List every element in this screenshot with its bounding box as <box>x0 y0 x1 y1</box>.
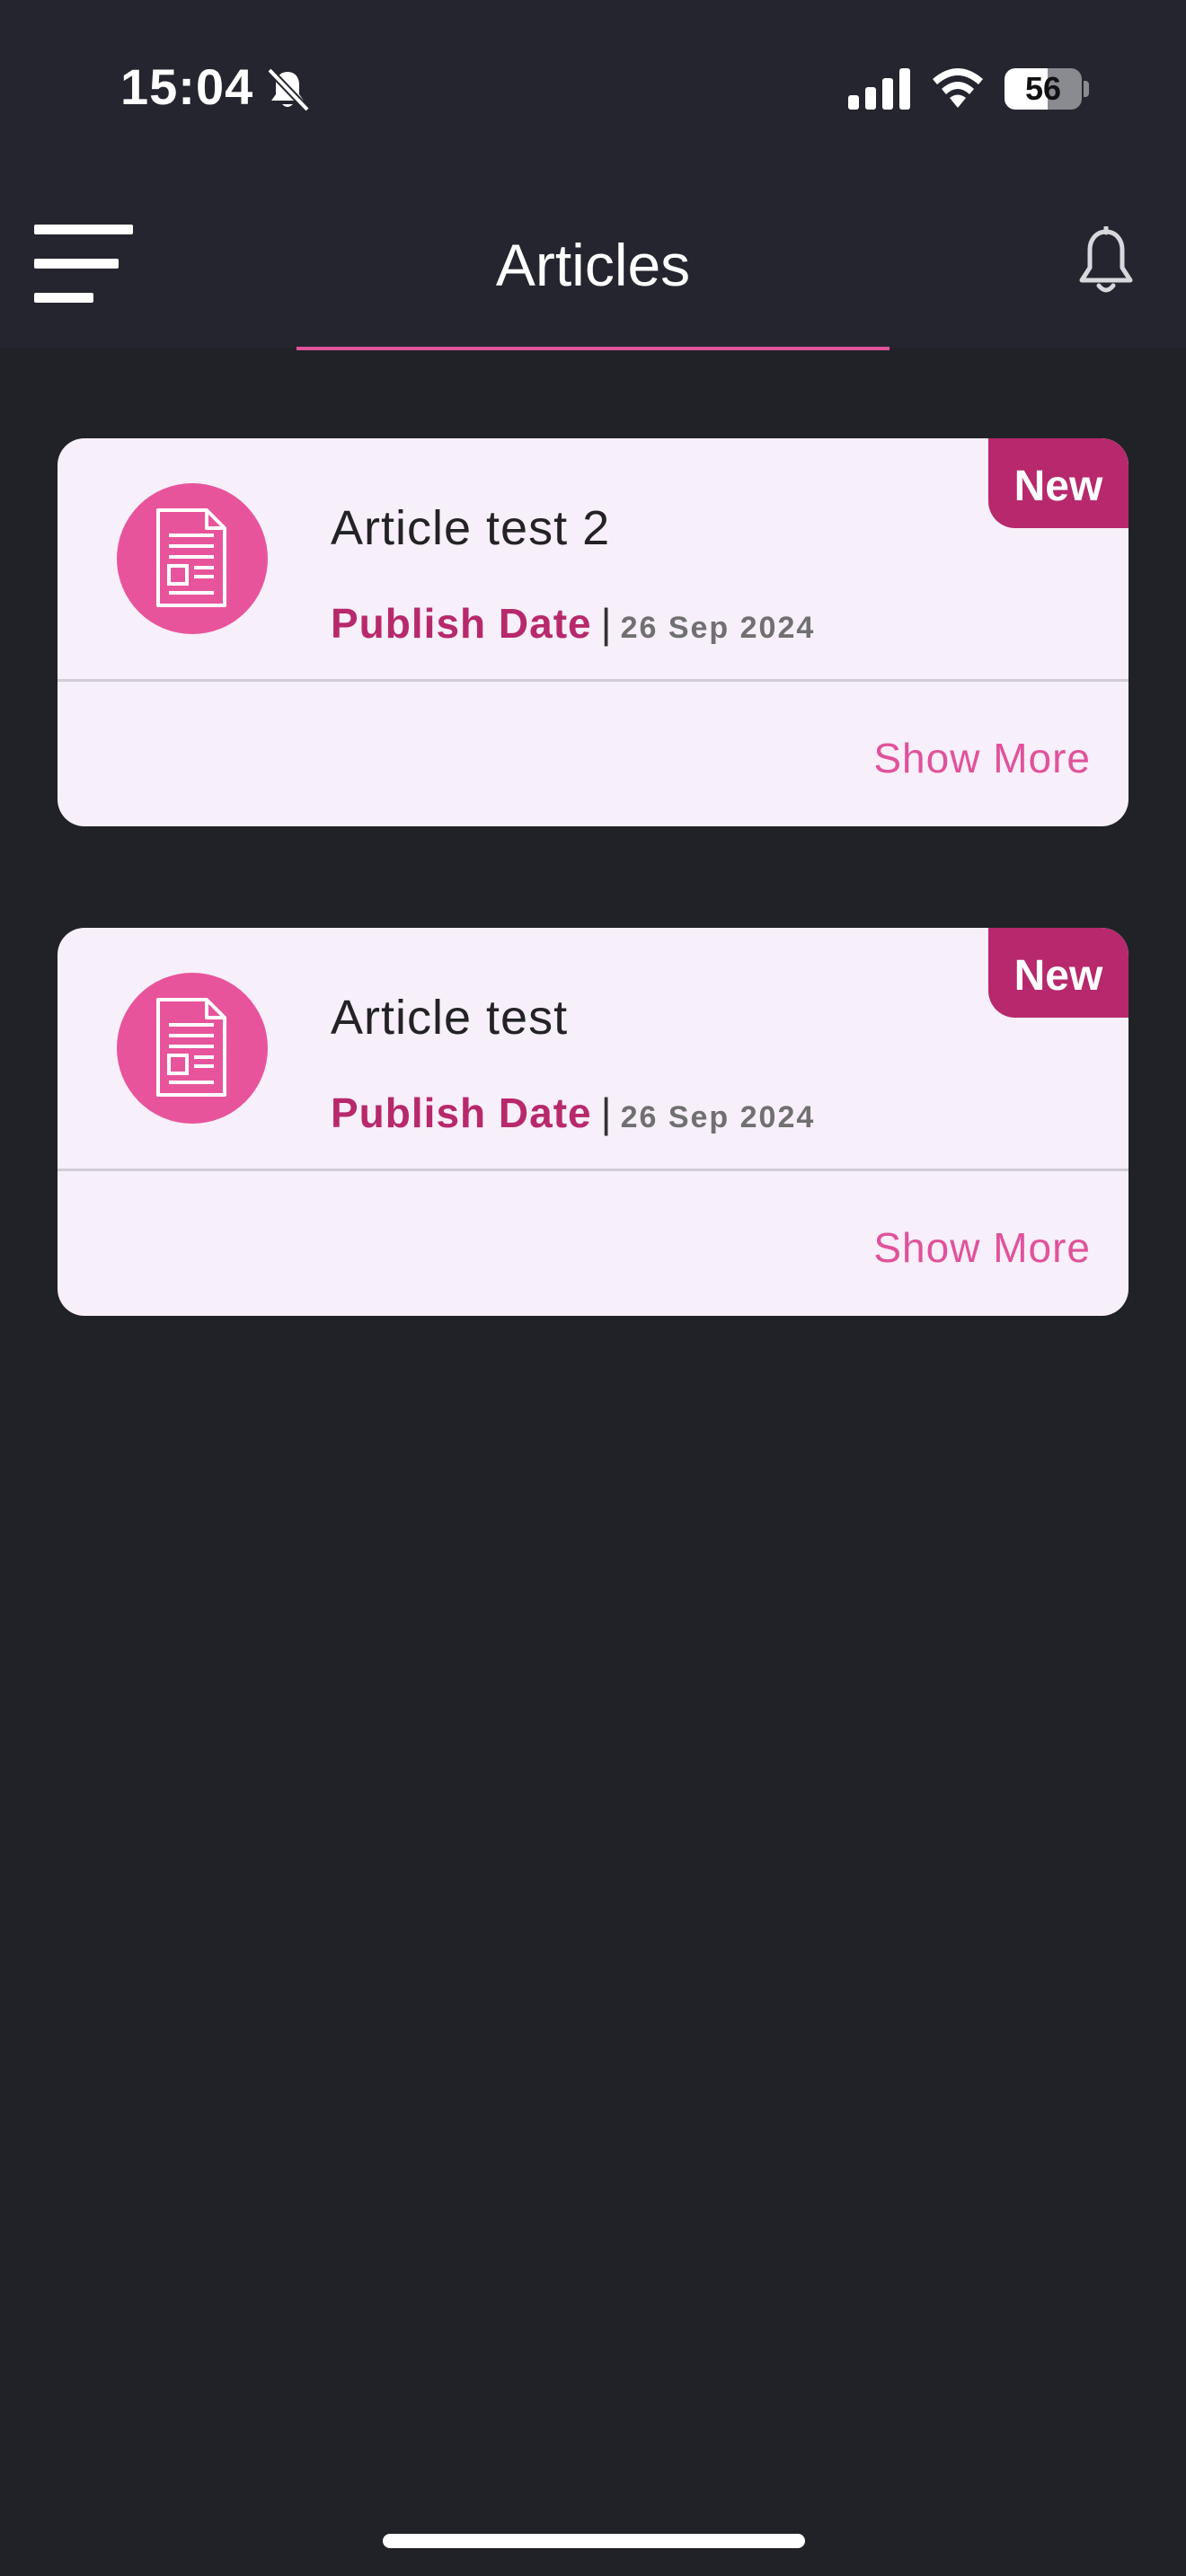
card-divider <box>58 679 1128 682</box>
publish-row: Publish Date | 26 Sep 2024 <box>331 1086 815 1151</box>
show-more-link[interactable]: Show More <box>873 731 1091 785</box>
publish-date-label: Publish Date <box>331 600 592 647</box>
show-more-link[interactable]: Show More <box>873 1221 1091 1275</box>
article-card[interactable]: Article test Publish Date | 26 Sep 2024 Ne… <box>58 928 1128 1316</box>
new-badge: New <box>988 438 1128 528</box>
menu-line-bottom <box>34 293 93 303</box>
bell-slash-icon <box>267 67 310 112</box>
bell-icon[interactable] <box>1075 226 1137 298</box>
menu-line-middle <box>34 259 119 269</box>
article-card[interactable]: Article test 2 Publish Date | 26 Sep 2024 … <box>58 438 1128 826</box>
article-title: Article test <box>331 991 569 1045</box>
signal-icon <box>848 68 910 110</box>
publish-date-label: Publish Date <box>331 1090 592 1136</box>
battery-level: 56 <box>1024 70 1062 107</box>
article-avatar <box>117 483 268 634</box>
battery-icon: 56 <box>1005 68 1082 110</box>
document-icon <box>156 998 226 1097</box>
hamburger-menu-icon[interactable] <box>34 223 135 303</box>
page-title: Articles <box>495 232 691 298</box>
article-avatar <box>117 973 268 1124</box>
publish-row: Publish Date | 26 Sep 2024 <box>331 596 815 661</box>
publish-date-value: 26 Sep 2024 <box>620 1100 816 1134</box>
home-indicator[interactable] <box>383 2534 805 2548</box>
top-bar: 15:04 56 Articles <box>0 0 1186 348</box>
article-title: Article test 2 <box>331 501 611 555</box>
battery-tip <box>1084 81 1089 97</box>
publish-separator: | <box>600 1090 612 1136</box>
status-time: 15:04 <box>120 58 254 115</box>
new-badge: New <box>988 928 1128 1018</box>
document-icon <box>156 508 226 607</box>
publish-date-value: 26 Sep 2024 <box>620 611 816 645</box>
title-underline <box>296 347 890 350</box>
publish-separator: | <box>600 600 612 647</box>
menu-line-top <box>34 225 133 234</box>
card-divider <box>58 1169 1128 1171</box>
wifi-icon <box>933 68 983 108</box>
